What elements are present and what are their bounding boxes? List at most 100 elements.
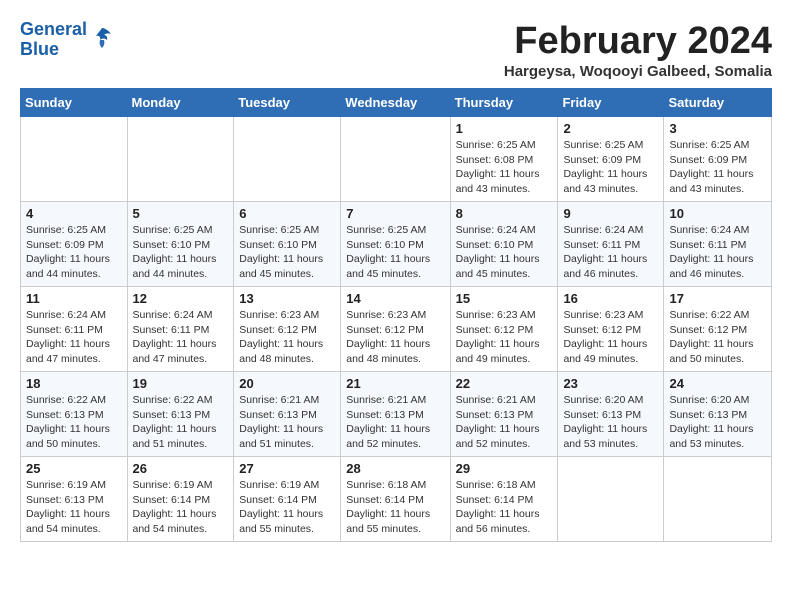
day-number: 4 — [26, 206, 122, 221]
calendar-cell: 27 Sunrise: 6:19 AM Sunset: 6:14 PM Dayli… — [234, 457, 341, 542]
calendar-cell: 29 Sunrise: 6:18 AM Sunset: 6:14 PM Dayli… — [450, 457, 558, 542]
day-number: 2 — [563, 121, 658, 136]
title-section: February 2024 Hargeysa, Woqooyi Galbeed,… — [504, 20, 772, 80]
calendar-table: SundayMondayTuesdayWednesdayThursdayFrid… — [20, 88, 772, 542]
day-detail: Sunrise: 6:18 AM Sunset: 6:14 PM Dayligh… — [456, 478, 553, 537]
calendar-cell: 19 Sunrise: 6:22 AM Sunset: 6:13 PM Dayli… — [127, 372, 234, 457]
day-number: 12 — [133, 291, 229, 306]
day-detail: Sunrise: 6:25 AM Sunset: 6:10 PM Dayligh… — [133, 223, 229, 282]
day-detail: Sunrise: 6:20 AM Sunset: 6:13 PM Dayligh… — [669, 393, 766, 452]
day-detail: Sunrise: 6:22 AM Sunset: 6:12 PM Dayligh… — [669, 308, 766, 367]
day-number: 8 — [456, 206, 553, 221]
logo-bird-icon — [91, 26, 113, 54]
day-number: 11 — [26, 291, 122, 306]
calendar-cell — [664, 457, 772, 542]
day-detail: Sunrise: 6:24 AM Sunset: 6:11 PM Dayligh… — [26, 308, 122, 367]
day-number: 22 — [456, 376, 553, 391]
header-friday: Friday — [558, 89, 664, 117]
day-detail: Sunrise: 6:25 AM Sunset: 6:09 PM Dayligh… — [563, 138, 658, 197]
day-number: 23 — [563, 376, 658, 391]
day-detail: Sunrise: 6:18 AM Sunset: 6:14 PM Dayligh… — [346, 478, 444, 537]
day-detail: Sunrise: 6:25 AM Sunset: 6:09 PM Dayligh… — [26, 223, 122, 282]
calendar-cell: 1 Sunrise: 6:25 AM Sunset: 6:08 PM Daylig… — [450, 117, 558, 202]
day-number: 3 — [669, 121, 766, 136]
calendar-cell: 12 Sunrise: 6:24 AM Sunset: 6:11 PM Dayli… — [127, 287, 234, 372]
calendar-cell: 26Sunrise: 6:19 AM Sunset: 6:14 PM Dayli… — [127, 457, 234, 542]
day-detail: Sunrise: 6:24 AM Sunset: 6:11 PM Dayligh… — [669, 223, 766, 282]
day-detail: Sunrise: 6:24 AM Sunset: 6:11 PM Dayligh… — [133, 308, 229, 367]
calendar-cell: 10 Sunrise: 6:24 AM Sunset: 6:11 PM Dayli… — [664, 202, 772, 287]
month-year-title: February 2024 — [504, 20, 772, 63]
day-number: 14 — [346, 291, 444, 306]
header-saturday: Saturday — [664, 89, 772, 117]
logo-blue: Blue — [20, 40, 87, 60]
day-detail: Sunrise: 6:23 AM Sunset: 6:12 PM Dayligh… — [456, 308, 553, 367]
calendar-cell: 4 Sunrise: 6:25 AM Sunset: 6:09 PM Daylig… — [21, 202, 128, 287]
header-sunday: Sunday — [21, 89, 128, 117]
day-detail: Sunrise: 6:22 AM Sunset: 6:13 PM Dayligh… — [133, 393, 229, 452]
day-number: 18 — [26, 376, 122, 391]
day-number: 24 — [669, 376, 766, 391]
calendar-cell — [341, 117, 450, 202]
logo: General Blue — [20, 20, 113, 60]
day-detail: Sunrise: 6:23 AM Sunset: 6:12 PM Dayligh… — [239, 308, 335, 367]
day-number: 1 — [456, 121, 553, 136]
calendar-week-row: 11 Sunrise: 6:24 AM Sunset: 6:11 PM Dayli… — [21, 287, 772, 372]
calendar-cell — [127, 117, 234, 202]
day-detail: Sunrise: 6:21 AM Sunset: 6:13 PM Dayligh… — [239, 393, 335, 452]
day-number: 20 — [239, 376, 335, 391]
calendar-week-row: 25Sunrise: 6:19 AM Sunset: 6:13 PM Dayli… — [21, 457, 772, 542]
day-number: 13 — [239, 291, 335, 306]
day-detail: Sunrise: 6:25 AM Sunset: 6:10 PM Dayligh… — [239, 223, 335, 282]
day-detail: Sunrise: 6:20 AM Sunset: 6:13 PM Dayligh… — [563, 393, 658, 452]
calendar-cell: 22 Sunrise: 6:21 AM Sunset: 6:13 PM Dayli… — [450, 372, 558, 457]
day-detail: Sunrise: 6:23 AM Sunset: 6:12 PM Dayligh… — [563, 308, 658, 367]
day-detail: Sunrise: 6:25 AM Sunset: 6:08 PM Dayligh… — [456, 138, 553, 197]
header-monday: Monday — [127, 89, 234, 117]
calendar-cell: 5 Sunrise: 6:25 AM Sunset: 6:10 PM Daylig… — [127, 202, 234, 287]
day-number: 10 — [669, 206, 766, 221]
day-detail: Sunrise: 6:23 AM Sunset: 6:12 PM Dayligh… — [346, 308, 444, 367]
calendar-cell: 11 Sunrise: 6:24 AM Sunset: 6:11 PM Dayli… — [21, 287, 128, 372]
day-detail: Sunrise: 6:24 AM Sunset: 6:11 PM Dayligh… — [563, 223, 658, 282]
calendar-cell: 3Sunrise: 6:25 AM Sunset: 6:09 PM Daylig… — [664, 117, 772, 202]
day-number: 27 — [239, 461, 335, 476]
calendar-week-row: 18 Sunrise: 6:22 AM Sunset: 6:13 PM Dayli… — [21, 372, 772, 457]
calendar-cell: 17 Sunrise: 6:22 AM Sunset: 6:12 PM Dayli… — [664, 287, 772, 372]
day-number: 15 — [456, 291, 553, 306]
calendar-cell: 24 Sunrise: 6:20 AM Sunset: 6:13 PM Dayli… — [664, 372, 772, 457]
day-number: 5 — [133, 206, 229, 221]
calendar-cell: 15 Sunrise: 6:23 AM Sunset: 6:12 PM Dayli… — [450, 287, 558, 372]
calendar-cell: 23 Sunrise: 6:20 AM Sunset: 6:13 PM Dayli… — [558, 372, 664, 457]
day-detail: Sunrise: 6:19 AM Sunset: 6:14 PM Dayligh… — [133, 478, 229, 537]
calendar-cell: 6 Sunrise: 6:25 AM Sunset: 6:10 PM Daylig… — [234, 202, 341, 287]
calendar-cell — [21, 117, 128, 202]
calendar-cell: 25Sunrise: 6:19 AM Sunset: 6:13 PM Dayli… — [21, 457, 128, 542]
day-detail: Sunrise: 6:24 AM Sunset: 6:10 PM Dayligh… — [456, 223, 553, 282]
calendar-cell: 18Sunrise: 6:22 AM Sunset: 6:13 PM Dayli… — [21, 372, 128, 457]
day-number: 19 — [133, 376, 229, 391]
day-detail: Sunrise: 6:25 AM Sunset: 6:10 PM Dayligh… — [346, 223, 444, 282]
header-thursday: Thursday — [450, 89, 558, 117]
day-number: 17 — [669, 291, 766, 306]
day-number: 21 — [346, 376, 444, 391]
calendar-cell: 7Sunrise: 6:25 AM Sunset: 6:10 PM Daylig… — [341, 202, 450, 287]
day-detail: Sunrise: 6:19 AM Sunset: 6:14 PM Dayligh… — [239, 478, 335, 537]
calendar-cell: 2 Sunrise: 6:25 AM Sunset: 6:09 PM Daylig… — [558, 117, 664, 202]
day-detail: Sunrise: 6:19 AM Sunset: 6:13 PM Dayligh… — [26, 478, 122, 537]
calendar-cell: 9Sunrise: 6:24 AM Sunset: 6:11 PM Daylig… — [558, 202, 664, 287]
calendar-week-row: 1 Sunrise: 6:25 AM Sunset: 6:08 PM Daylig… — [21, 117, 772, 202]
day-number: 6 — [239, 206, 335, 221]
calendar-cell: 20 Sunrise: 6:21 AM Sunset: 6:13 PM Dayli… — [234, 372, 341, 457]
calendar-cell — [234, 117, 341, 202]
calendar-cell: 21 Sunrise: 6:21 AM Sunset: 6:13 PM Dayli… — [341, 372, 450, 457]
calendar-cell: 13 Sunrise: 6:23 AM Sunset: 6:12 PM Dayli… — [234, 287, 341, 372]
calendar-cell: 8 Sunrise: 6:24 AM Sunset: 6:10 PM Daylig… — [450, 202, 558, 287]
day-number: 29 — [456, 461, 553, 476]
day-number: 28 — [346, 461, 444, 476]
day-number: 16 — [563, 291, 658, 306]
header-wednesday: Wednesday — [341, 89, 450, 117]
day-detail: Sunrise: 6:21 AM Sunset: 6:13 PM Dayligh… — [456, 393, 553, 452]
day-detail: Sunrise: 6:21 AM Sunset: 6:13 PM Dayligh… — [346, 393, 444, 452]
calendar-cell: 28 Sunrise: 6:18 AM Sunset: 6:14 PM Dayli… — [341, 457, 450, 542]
